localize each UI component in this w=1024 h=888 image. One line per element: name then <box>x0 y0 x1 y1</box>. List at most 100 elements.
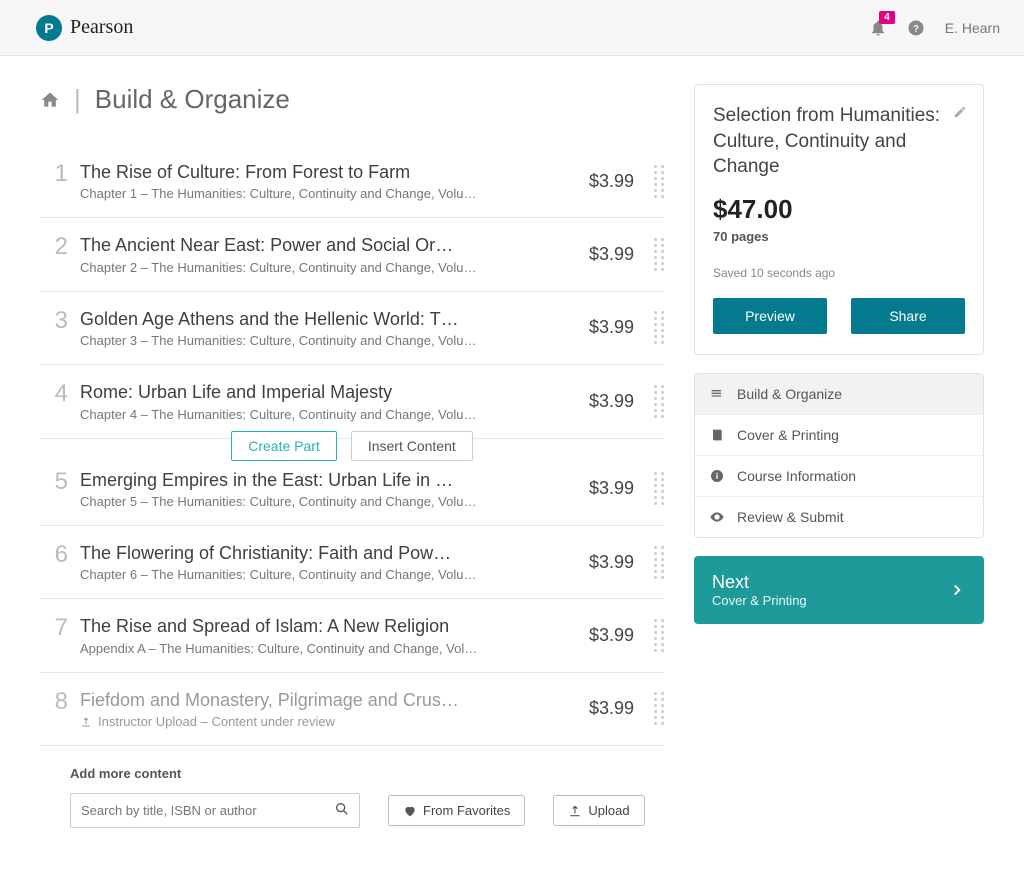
chapter-row[interactable]: 4 Rome: Urban Life and Imperial Majesty … <box>40 365 664 438</box>
step-label: Course Information <box>737 468 856 484</box>
chapter-number: 3 <box>40 308 68 334</box>
logo-mark-icon: P <box>36 15 62 41</box>
upload-button[interactable]: Upload <box>553 795 644 826</box>
chapter-number: 6 <box>40 542 68 568</box>
drag-handle-icon[interactable] <box>654 689 664 729</box>
breadcrumb: | Build & Organize <box>40 84 664 115</box>
chevron-right-icon <box>948 581 966 599</box>
chapter-list: 1 The Rise of Culture: From Forest to Fa… <box>40 145 664 746</box>
chapter-row[interactable]: 3 Golden Age Athens and the Hellenic Wor… <box>40 292 664 365</box>
chapter-row[interactable]: 1 The Rise of Culture: From Forest to Fa… <box>40 145 664 218</box>
next-button[interactable]: Next Cover & Printing <box>694 556 984 624</box>
book-icon <box>709 427 727 443</box>
chapter-number: 7 <box>40 615 68 641</box>
svg-text:?: ? <box>913 23 919 34</box>
create-part-button[interactable]: Create Part <box>231 431 337 461</box>
search-box <box>70 793 360 828</box>
saved-timestamp: Saved 10 seconds ago <box>713 266 965 280</box>
drag-handle-icon[interactable] <box>654 381 664 421</box>
preview-button[interactable]: Preview <box>713 298 827 334</box>
chapter-subtitle: Chapter 3 – The Humanities: Culture, Con… <box>80 333 480 348</box>
chapter-subtitle: Chapter 4 – The Humanities: Culture, Con… <box>80 407 480 422</box>
step-label: Cover & Printing <box>737 427 839 443</box>
search-input[interactable] <box>70 793 360 828</box>
page-title: Build & Organize <box>95 84 290 115</box>
drag-handle-icon[interactable] <box>654 469 664 509</box>
chapter-price: $3.99 <box>589 391 634 412</box>
step-label: Review & Submit <box>737 509 844 525</box>
chapter-subtitle: Appendix A – The Humanities: Culture, Co… <box>80 641 480 656</box>
upload-icon <box>568 804 582 818</box>
chapter-subtitle: Chapter 2 – The Humanities: Culture, Con… <box>80 260 480 275</box>
search-icon[interactable] <box>334 801 350 817</box>
drag-handle-icon[interactable] <box>654 161 664 201</box>
heart-icon <box>403 804 417 818</box>
chapter-row[interactable]: 2 The Ancient Near East: Power and Socia… <box>40 218 664 291</box>
summary-pages: 70 pages <box>713 229 965 244</box>
chapter-row[interactable]: 7 The Rise and Spread of Islam: A New Re… <box>40 599 664 672</box>
chapter-price: $3.99 <box>589 478 634 499</box>
breadcrumb-separator: | <box>74 84 81 115</box>
next-label: Next <box>712 572 807 593</box>
brand-name: Pearson <box>70 16 133 39</box>
insert-actions: Create Part Insert Content <box>40 431 664 461</box>
next-sublabel: Cover & Printing <box>712 593 807 608</box>
step-build-organize[interactable]: Build & Organize <box>695 374 983 415</box>
drag-handle-icon[interactable] <box>654 234 664 274</box>
drag-handle-icon[interactable] <box>654 615 664 655</box>
chapter-title: The Ancient Near East: Power and Social … <box>80 234 460 257</box>
chapter-price: $3.99 <box>589 698 634 719</box>
step-cover-printing[interactable]: Cover & Printing <box>695 415 983 456</box>
top-bar: P Pearson 4 ? E. Hearn <box>0 0 1024 56</box>
chapter-row[interactable]: 6 The Flowering of Christianity: Faith a… <box>40 526 664 599</box>
from-favorites-label: From Favorites <box>423 803 510 818</box>
add-more-label: Add more content <box>70 766 664 781</box>
edit-title-icon[interactable] <box>953 105 967 119</box>
notifications-bell-icon[interactable]: 4 <box>869 19 887 37</box>
chapter-price: $3.99 <box>589 317 634 338</box>
step-review-submit[interactable]: Review & Submit <box>695 497 983 537</box>
home-icon[interactable] <box>40 90 60 110</box>
chapter-title: The Rise of Culture: From Forest to Farm <box>80 161 460 184</box>
upload-label: Upload <box>588 803 629 818</box>
from-favorites-button[interactable]: From Favorites <box>388 795 525 826</box>
stack-icon <box>709 386 727 402</box>
user-menu[interactable]: E. Hearn <box>945 20 1000 36</box>
add-more-section: Add more content From Favorites <box>40 766 664 828</box>
upload-icon <box>80 716 92 728</box>
summary-card: Selection from Humanities: Culture, Cont… <box>694 84 984 355</box>
eye-icon <box>709 509 727 525</box>
chapter-price: $3.99 <box>589 625 634 646</box>
share-button[interactable]: Share <box>851 298 965 334</box>
project-title: Selection from Humanities: Culture, Cont… <box>713 103 965 180</box>
insert-content-button[interactable]: Insert Content <box>351 431 473 461</box>
chapter-number: 1 <box>40 161 68 187</box>
chapter-row[interactable]: 5 Emerging Empires in the East: Urban Li… <box>40 453 664 526</box>
chapter-number: 2 <box>40 234 68 260</box>
drag-handle-icon[interactable] <box>654 308 664 348</box>
info-icon <box>709 468 727 484</box>
brand-logo[interactable]: P Pearson <box>36 15 133 41</box>
chapter-price: $3.99 <box>589 244 634 265</box>
chapter-row[interactable]: 8 Fiefdom and Monastery, Pilgrimage and … <box>40 673 664 746</box>
chapter-subtitle: Chapter 1 – The Humanities: Culture, Con… <box>80 186 480 201</box>
step-label: Build & Organize <box>737 386 842 402</box>
chapter-title: The Rise and Spread of Islam: A New Reli… <box>80 615 460 638</box>
chapter-subtitle: Chapter 5 – The Humanities: Culture, Con… <box>80 494 480 509</box>
chapter-price: $3.99 <box>589 171 634 192</box>
chapter-title: Rome: Urban Life and Imperial Majesty <box>80 381 460 404</box>
step-course-information[interactable]: Course Information <box>695 456 983 497</box>
chapter-number: 4 <box>40 381 68 407</box>
chapter-subtitle: Chapter 6 – The Humanities: Culture, Con… <box>80 567 480 582</box>
notification-badge: 4 <box>879 11 895 24</box>
chapter-title: Fiefdom and Monastery, Pilgrimage and Cr… <box>80 689 460 712</box>
steps-nav: Build & Organize Cover & Printing Course I… <box>694 373 984 538</box>
chapter-title: Golden Age Athens and the Hellenic World… <box>80 308 460 331</box>
chapter-price: $3.99 <box>589 552 634 573</box>
chapter-number: 5 <box>40 469 68 495</box>
drag-handle-icon[interactable] <box>654 542 664 582</box>
chapter-subtitle: Instructor Upload – Content under review <box>80 714 480 729</box>
chapter-title: Emerging Empires in the East: Urban Life… <box>80 469 460 492</box>
help-icon[interactable]: ? <box>907 19 925 37</box>
chapter-number: 8 <box>40 689 68 715</box>
